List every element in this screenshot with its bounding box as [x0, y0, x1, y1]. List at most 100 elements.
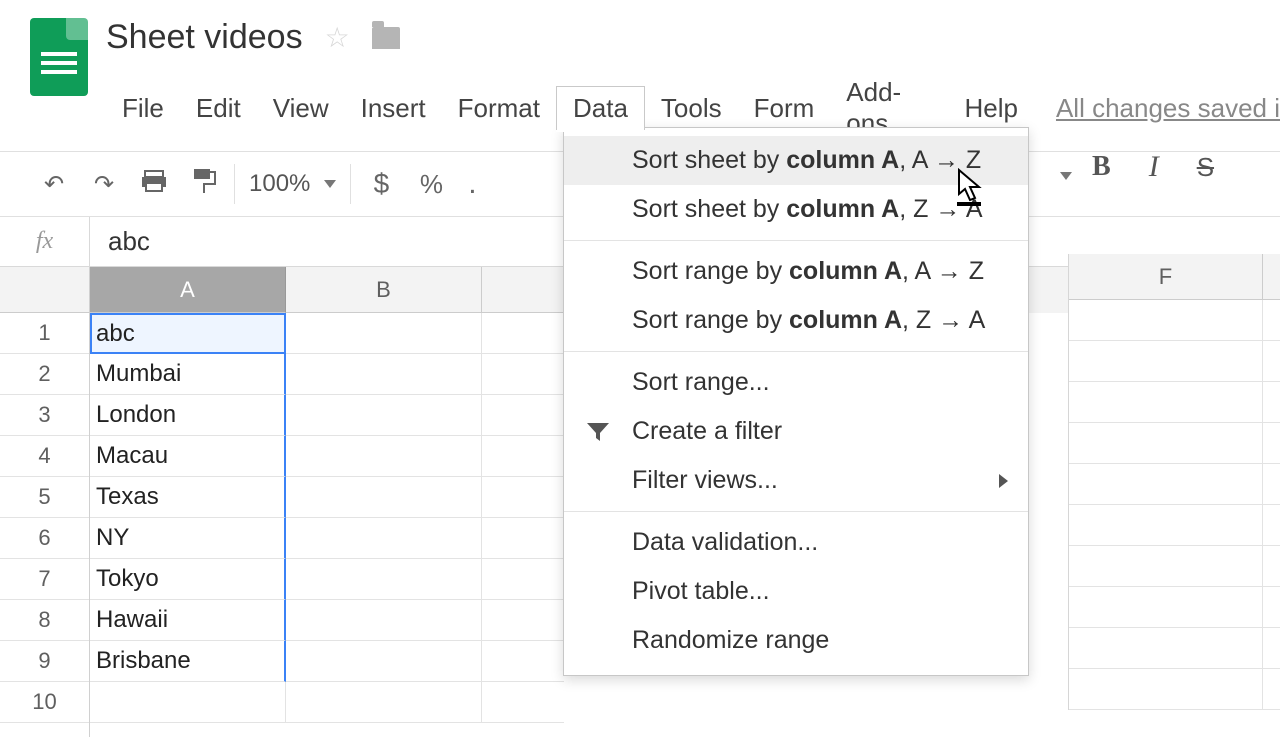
column-header-c[interactable] [482, 267, 564, 313]
menu-randomize-range[interactable]: Randomize range [564, 616, 1028, 665]
menu-sort-sheet-az[interactable]: Sort sheet by column A, A → Z [564, 136, 1028, 185]
menu-insert[interactable]: Insert [345, 87, 442, 130]
star-icon[interactable]: ☆ [325, 21, 350, 54]
folder-icon[interactable] [372, 27, 400, 49]
cell[interactable] [286, 477, 482, 518]
doc-title[interactable]: Sheet videos [106, 18, 303, 57]
row-header[interactable]: 6 [0, 518, 89, 559]
redo-icon[interactable]: ↷ [88, 170, 120, 199]
cell[interactable]: London [90, 395, 286, 436]
format-currency-button[interactable]: $ [365, 168, 397, 200]
cell[interactable] [482, 477, 564, 518]
cell[interactable] [1263, 341, 1280, 382]
cell[interactable] [482, 436, 564, 477]
cell[interactable] [286, 600, 482, 641]
row-header[interactable]: 2 [0, 354, 89, 395]
menu-edit[interactable]: Edit [180, 87, 257, 130]
menu-sort-range[interactable]: Sort range... [564, 358, 1028, 407]
cell[interactable] [482, 600, 564, 641]
cell[interactable] [1263, 546, 1280, 587]
cell[interactable] [1069, 382, 1263, 423]
menu-view[interactable]: View [257, 87, 345, 130]
cell[interactable] [1263, 382, 1280, 423]
cell[interactable]: Macau [90, 436, 286, 477]
menu-filter-views[interactable]: Filter views... [564, 456, 1028, 505]
menu-sort-sheet-za[interactable]: Sort sheet by column A, Z → A [564, 185, 1028, 234]
paint-format-icon[interactable] [188, 168, 220, 201]
row-header[interactable]: 9 [0, 641, 89, 682]
cell[interactable] [1069, 628, 1263, 669]
menu-help[interactable]: Help [948, 87, 1033, 130]
cell[interactable] [482, 641, 564, 682]
cell[interactable] [286, 354, 482, 395]
cell[interactable] [1263, 628, 1280, 669]
cell[interactable] [1069, 505, 1263, 546]
column-header-b[interactable]: B [286, 267, 482, 313]
cell[interactable] [1263, 587, 1280, 628]
cell[interactable]: Brisbane [90, 641, 286, 682]
cell[interactable] [286, 436, 482, 477]
cell[interactable] [1069, 341, 1263, 382]
menu-file[interactable]: File [106, 87, 180, 130]
cell[interactable] [482, 313, 564, 354]
cell[interactable] [1263, 669, 1280, 710]
zoom-dropdown[interactable]: 100% [235, 152, 350, 216]
cell[interactable] [286, 682, 482, 723]
menu-format[interactable]: Format [442, 87, 556, 130]
menu-create-filter[interactable]: Create a filter [564, 407, 1028, 456]
cell[interactable] [482, 354, 564, 395]
menu-pivot-table[interactable]: Pivot table... [564, 567, 1028, 616]
cell[interactable]: Hawaii [90, 600, 286, 641]
format-percent-button[interactable]: % [415, 169, 447, 200]
cell[interactable] [286, 313, 482, 354]
cell[interactable] [1263, 464, 1280, 505]
cell[interactable] [1263, 505, 1280, 546]
menu-sort-range-az[interactable]: Sort range by column A, A → Z [564, 247, 1028, 296]
cell[interactable] [1069, 669, 1263, 710]
column-header-g[interactable] [1263, 254, 1280, 300]
cell[interactable]: Mumbai [90, 354, 286, 395]
cell[interactable] [1069, 423, 1263, 464]
cell[interactable] [1069, 587, 1263, 628]
row-header[interactable]: 10 [0, 682, 89, 723]
italic-button[interactable]: I [1149, 150, 1159, 184]
cell[interactable] [482, 559, 564, 600]
row-header[interactable]: 1 [0, 313, 89, 354]
cell[interactable] [1263, 300, 1280, 341]
bold-button[interactable]: B [1092, 151, 1111, 183]
column-header-f[interactable]: F [1069, 254, 1263, 300]
select-all-corner[interactable] [0, 267, 89, 313]
cell[interactable] [1069, 464, 1263, 505]
cell[interactable]: NY [90, 518, 286, 559]
menu-tools[interactable]: Tools [645, 87, 738, 130]
cell[interactable] [1263, 423, 1280, 464]
cell-a1[interactable]: abc [90, 313, 286, 354]
cell[interactable]: Texas [90, 477, 286, 518]
format-decimal-button[interactable]: . [465, 167, 479, 201]
save-status[interactable]: All changes saved i [1056, 93, 1280, 124]
cell[interactable] [286, 641, 482, 682]
cell[interactable]: Tokyo [90, 559, 286, 600]
menu-form[interactable]: Form [738, 87, 831, 130]
row-header[interactable]: 8 [0, 600, 89, 641]
formula-input[interactable]: abc [90, 226, 150, 257]
cell[interactable] [90, 682, 286, 723]
column-header-a[interactable]: A [90, 267, 286, 313]
row-header[interactable]: 3 [0, 395, 89, 436]
undo-icon[interactable]: ↶ [38, 170, 70, 199]
row-header[interactable]: 5 [0, 477, 89, 518]
print-icon[interactable] [138, 169, 170, 200]
menu-data-validation[interactable]: Data validation... [564, 518, 1028, 567]
cell[interactable] [482, 682, 564, 723]
row-header[interactable]: 4 [0, 436, 89, 477]
cell[interactable] [1069, 546, 1263, 587]
cell[interactable] [286, 518, 482, 559]
menu-sort-range-za[interactable]: Sort range by column A, Z → A [564, 296, 1028, 345]
cell[interactable] [1069, 300, 1263, 341]
row-header[interactable]: 7 [0, 559, 89, 600]
cell[interactable] [286, 395, 482, 436]
cell[interactable] [482, 518, 564, 559]
strikethrough-button[interactable]: S [1197, 152, 1214, 183]
cell[interactable] [482, 395, 564, 436]
cell[interactable] [286, 559, 482, 600]
